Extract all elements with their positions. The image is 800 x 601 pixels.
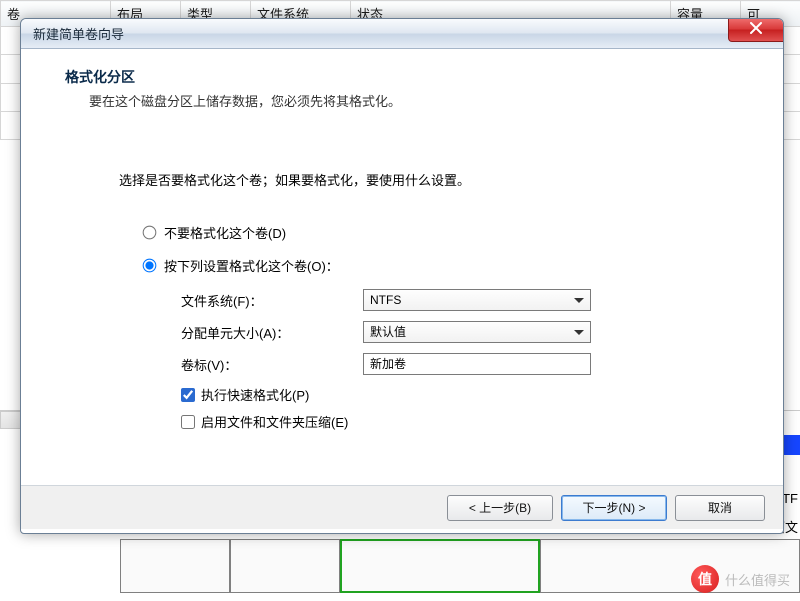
instruction-text: 选择是否要格式化这个卷；如果要格式化，要使用什么设置。: [119, 170, 753, 189]
heading-title: 格式化分区: [65, 67, 753, 87]
quick-format-check[interactable]: 执行快速格式化(P): [181, 385, 753, 404]
radio-no-format[interactable]: 不要格式化这个卷(D): [143, 223, 753, 242]
watermark-logo-icon: 值: [691, 565, 719, 593]
radio-format-input[interactable]: [143, 259, 157, 273]
dialog-title: 新建简单卷向导: [33, 24, 124, 43]
format-options: 文件系统(F)： NTFS 分配单元大小(A)： 默认值 卷标(V)： 新加卷: [181, 289, 753, 375]
cancel-button[interactable]: 取消: [675, 495, 765, 521]
partition-green[interactable]: [340, 539, 540, 593]
radio-no-format-input[interactable]: [143, 226, 157, 240]
allocation-unit-select[interactable]: 默认值: [363, 321, 591, 343]
volume-label-label: 卷标(V)：: [181, 355, 363, 374]
partition-box[interactable]: [230, 539, 340, 593]
quick-format-checkbox[interactable]: [181, 388, 195, 402]
compress-label: 启用文件和文件夹压缩(E): [201, 412, 348, 431]
wizard-dialog: 新建简单卷向导 格式化分区 要在这个磁盘分区上储存数据，您必须先将其格式化。 选…: [20, 18, 784, 534]
compress-check[interactable]: 启用文件和文件夹压缩(E): [181, 412, 753, 431]
close-button[interactable]: [728, 18, 784, 42]
allocation-unit-label: 分配单元大小(A)：: [181, 323, 363, 342]
partition-box[interactable]: [120, 539, 230, 593]
titlebar[interactable]: 新建简单卷向导: [21, 19, 783, 49]
back-button[interactable]: < 上一步(B): [447, 495, 553, 521]
volume-label-value: 新加卷: [370, 357, 406, 371]
dialog-footer: < 上一步(B) 下一步(N) > 取消: [21, 485, 783, 529]
filesystem-value: NTFS: [370, 293, 401, 307]
radio-format-label: 按下列设置格式化这个卷(O)：: [164, 256, 339, 275]
filesystem-select[interactable]: NTFS: [363, 289, 591, 311]
filesystem-label: 文件系统(F)：: [181, 291, 363, 310]
next-button[interactable]: 下一步(N) >: [561, 495, 667, 521]
radio-format[interactable]: 按下列设置格式化这个卷(O)：: [143, 256, 753, 275]
heading-subtitle: 要在这个磁盘分区上储存数据，您必须先将其格式化。: [89, 91, 753, 110]
watermark-text: 什么值得买: [725, 570, 790, 589]
dialog-body: 格式化分区 要在这个磁盘分区上储存数据，您必须先将其格式化。 选择是否要格式化这…: [21, 49, 783, 485]
compress-checkbox[interactable]: [181, 415, 195, 429]
allocation-unit-value: 默认值: [370, 325, 406, 339]
volume-label-input[interactable]: 新加卷: [363, 353, 591, 375]
quick-format-label: 执行快速格式化(P): [201, 385, 309, 404]
watermark: 值 什么值得买: [691, 565, 790, 593]
radio-no-format-label: 不要格式化这个卷(D): [164, 223, 286, 242]
